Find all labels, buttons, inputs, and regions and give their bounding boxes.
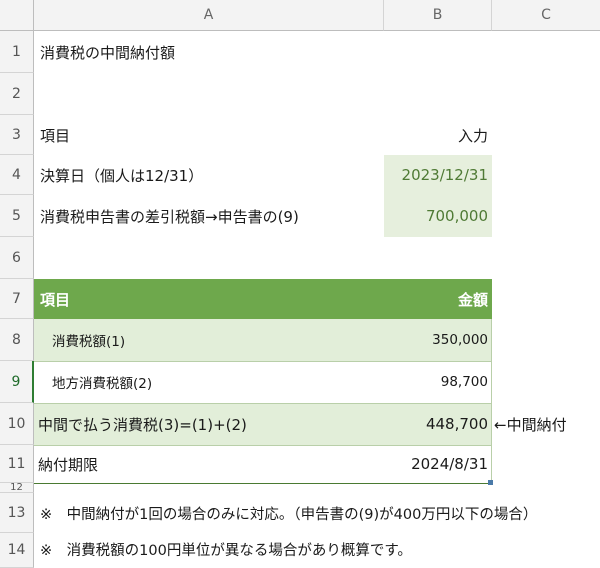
table-row-label[interactable]: 地方消費税額(2) bbox=[52, 361, 352, 403]
row-header-13[interactable]: 13 bbox=[0, 493, 34, 533]
table-row-label[interactable]: 消費税額(1) bbox=[52, 319, 352, 361]
table-row-value[interactable]: 98,700 bbox=[384, 361, 488, 403]
table-row-label[interactable]: 中間で払う消費税(3)=(1)+(2) bbox=[38, 403, 378, 445]
row-header-10[interactable]: 10 bbox=[0, 403, 34, 445]
interim-payment-note[interactable]: ←中間納付 bbox=[494, 403, 600, 445]
table-row-value[interactable]: 2024/8/31 bbox=[384, 445, 488, 483]
row-header-9[interactable]: 9 bbox=[0, 361, 34, 403]
input-heading[interactable]: 入力 bbox=[384, 115, 488, 155]
row-header-5[interactable]: 5 bbox=[0, 195, 34, 237]
column-header-b[interactable]: B bbox=[384, 0, 492, 31]
deduction-label[interactable]: 消費税申告書の差引税額→申告書の(9) bbox=[40, 195, 380, 237]
row-header-1[interactable]: 1 bbox=[0, 31, 34, 73]
row-header-4[interactable]: 4 bbox=[0, 155, 34, 195]
note-line[interactable]: ※ 消費税額の100円単位が異なる場合があり概算です。 bbox=[40, 533, 600, 565]
select-all-corner[interactable] bbox=[0, 0, 34, 31]
table-bottom-border bbox=[34, 483, 492, 484]
row-header-8[interactable]: 8 bbox=[0, 319, 34, 361]
table-header-amount[interactable]: 金額 bbox=[384, 279, 488, 319]
row-header-7[interactable]: 7 bbox=[0, 279, 34, 319]
row-header-12[interactable]: 12 bbox=[0, 483, 34, 493]
table-row-label[interactable]: 納付期限 bbox=[38, 445, 338, 483]
table-divider bbox=[34, 403, 492, 404]
fill-handle[interactable] bbox=[488, 480, 493, 485]
sheet-title[interactable]: 消費税の中間納付額 bbox=[40, 31, 380, 73]
table-right-border bbox=[491, 319, 492, 483]
row-header-6[interactable]: 6 bbox=[0, 237, 34, 279]
row-header-2[interactable]: 2 bbox=[0, 73, 34, 115]
table-row-value[interactable]: 350,000 bbox=[384, 319, 488, 361]
row-header-11[interactable]: 11 bbox=[0, 445, 34, 483]
closing-date-input[interactable]: 2023/12/31 bbox=[384, 155, 488, 195]
row-header-14[interactable]: 14 bbox=[0, 533, 34, 568]
table-header-item[interactable]: 項目 bbox=[40, 279, 240, 319]
closing-date-label[interactable]: 決算日（個人は12/31） bbox=[40, 155, 380, 195]
column-header-c[interactable]: C bbox=[492, 0, 600, 31]
table-divider bbox=[34, 445, 492, 446]
note-line[interactable]: ※ 中間納付が1回の場合のみに対応。（申告書の(9)が400万円以下の場合） bbox=[40, 493, 600, 533]
table-divider bbox=[34, 361, 492, 362]
table-row-value[interactable]: 448,700 bbox=[384, 403, 488, 445]
deduction-input[interactable]: 700,000 bbox=[384, 195, 488, 237]
column-header-a[interactable]: A bbox=[34, 0, 384, 31]
row-header-3[interactable]: 3 bbox=[0, 115, 34, 155]
item-heading[interactable]: 項目 bbox=[40, 115, 340, 155]
